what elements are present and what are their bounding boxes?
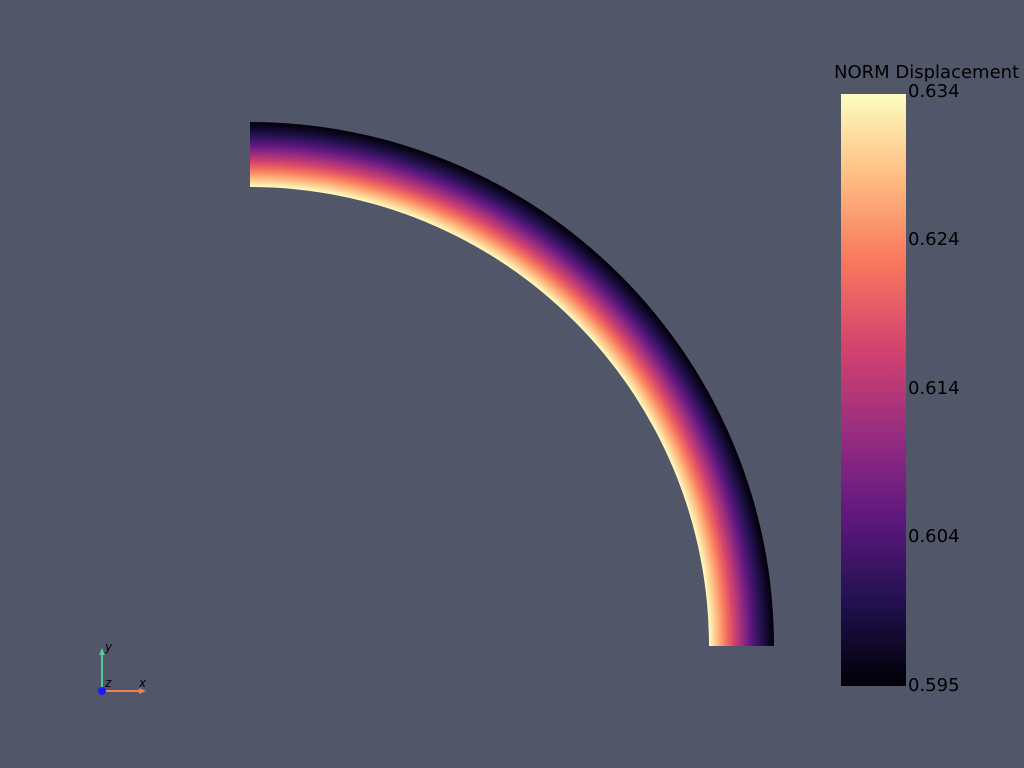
displacement-mesh-arc[interactable] xyxy=(250,122,774,646)
scalar-bar-title: NORM Displacement xyxy=(834,62,1020,83)
x-axis-label: x xyxy=(139,676,147,690)
y-axis-label: y xyxy=(105,640,113,654)
scalar-bar xyxy=(841,94,906,686)
scalar-bar-tick-label: 0.624 xyxy=(908,229,960,250)
scalar-bar-tick-label: 0.634 xyxy=(908,81,960,102)
scalar-bar-tick-label: 0.595 xyxy=(908,675,960,696)
scalar-bar-tick-label: 0.604 xyxy=(908,526,960,547)
orientation-axes-widget: y x z xyxy=(90,640,160,700)
scalar-bar-gradient xyxy=(841,94,906,686)
axes-graphic xyxy=(98,648,146,695)
scalar-bar-tick-label: 0.614 xyxy=(908,378,960,399)
z-axis-label: z xyxy=(105,676,112,690)
